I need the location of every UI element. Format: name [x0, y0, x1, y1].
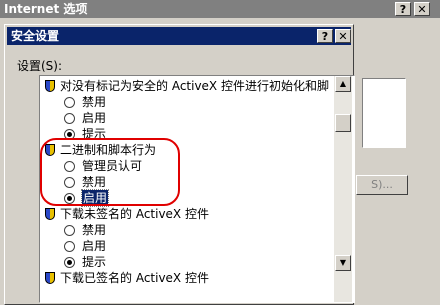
settings-option-row[interactable]: 启用 [40, 110, 334, 126]
outer-titlebar: Internet 选项 ? ✕ [0, 0, 440, 18]
settings-group-row[interactable]: 下载未签名的 ActiveX 控件 [40, 206, 334, 222]
settings-label: 设置(S): [17, 59, 63, 73]
settings-option-label: 禁用 [82, 223, 107, 237]
radio-button[interactable] [64, 225, 75, 236]
radio-button-checked[interactable] [64, 257, 75, 268]
dialog-title: 安全设置 [11, 29, 60, 43]
outer-window-title: Internet 选项 [4, 2, 88, 16]
shield-icon [45, 208, 55, 220]
settings-group-row[interactable]: 对没有标记为安全的 ActiveX 控件进行初始化和脚 [40, 78, 334, 94]
settings-option-label: 启用 [82, 111, 107, 125]
settings-option-label: 启用 [82, 239, 107, 253]
dialog-close-button[interactable]: ✕ [335, 29, 351, 43]
radio-button[interactable] [64, 113, 75, 124]
settings-option-row[interactable]: 启用 [40, 238, 334, 254]
outer-disabled-button[interactable]: S)... [356, 175, 408, 195]
red-annotation-outline [40, 138, 180, 206]
outer-help-button[interactable]: ? [395, 2, 411, 16]
settings-option-label: 提示 [82, 255, 107, 269]
scroll-up-button[interactable]: ▲ [335, 76, 351, 92]
radio-button[interactable] [64, 97, 75, 108]
scroll-down-button[interactable]: ▼ [335, 255, 351, 271]
settings-option-row[interactable]: 禁用 [40, 94, 334, 110]
outer-panel [362, 78, 406, 148]
shield-icon [45, 80, 55, 92]
shield-icon [45, 272, 55, 284]
settings-group-label: 下载未签名的 ActiveX 控件 [60, 207, 209, 221]
settings-option-label: 禁用 [82, 95, 107, 109]
scroll-thumb[interactable] [335, 114, 351, 132]
settings-option-row[interactable]: 禁用 [40, 222, 334, 238]
settings-group-label: 下载已签名的 ActiveX 控件 [60, 271, 209, 285]
dialog-titlebar: 安全设置 ? ✕ [7, 27, 351, 45]
settings-group-row[interactable]: 下载已签名的 ActiveX 控件 [40, 270, 334, 286]
settings-option-row[interactable]: 提示 [40, 254, 334, 270]
dialog-help-button[interactable]: ? [317, 29, 333, 43]
vertical-scrollbar[interactable]: ▲ ▼ [334, 76, 352, 302]
radio-button[interactable] [64, 241, 75, 252]
settings-group-label: 对没有标记为安全的 ActiveX 控件进行初始化和脚 [60, 79, 329, 93]
outer-close-button[interactable]: ✕ [414, 2, 430, 16]
